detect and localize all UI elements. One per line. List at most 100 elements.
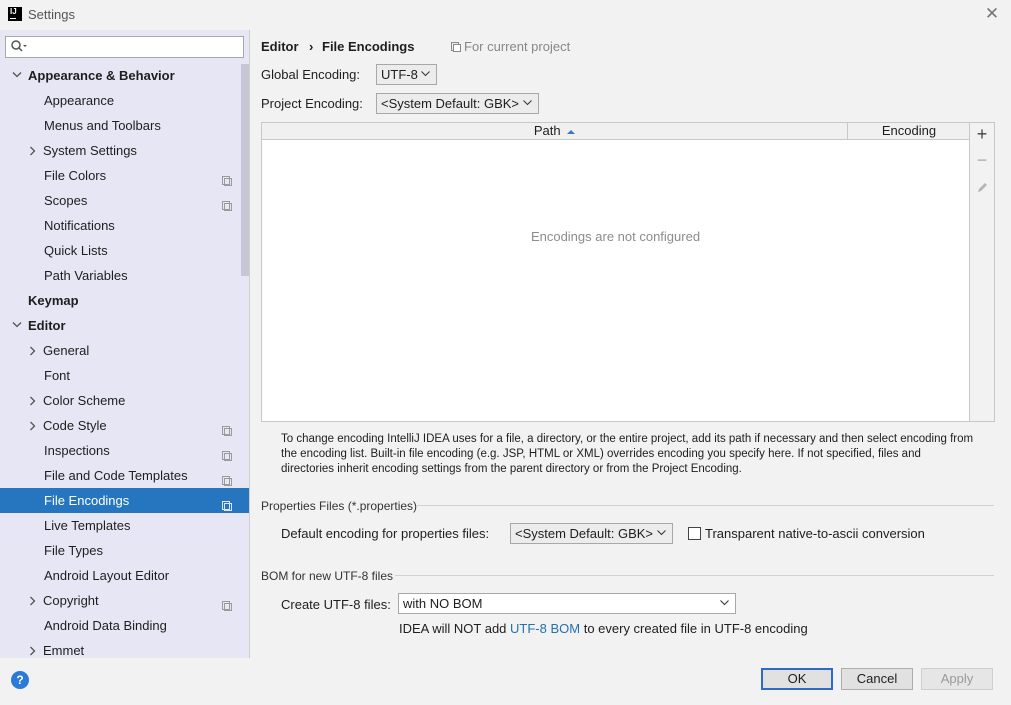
sidebar-item[interactable]: Android Layout Editor xyxy=(0,563,240,588)
project-scope-icon xyxy=(451,42,461,52)
properties-encoding-select[interactable]: <System Default: GBK> xyxy=(510,523,673,544)
sidebar-item-label: Color Scheme xyxy=(43,393,126,408)
bom-note: IDEA will NOT add UTF-8 BOM to every cre… xyxy=(399,621,808,636)
sidebar-item[interactable]: Font xyxy=(0,363,240,388)
utf8-bom-link[interactable]: UTF-8 BOM xyxy=(510,621,580,636)
close-icon[interactable]: ✕ xyxy=(983,5,1001,23)
apply-button[interactable]: Apply xyxy=(921,668,993,690)
sidebar-item[interactable]: System Settings xyxy=(0,138,240,163)
bom-section-title: BOM for new UTF-8 files xyxy=(261,569,394,583)
section-divider xyxy=(395,575,994,576)
window-title: Settings xyxy=(28,7,75,22)
sidebar-item[interactable]: File Types xyxy=(0,538,240,563)
sidebar-item[interactable]: Quick Lists xyxy=(0,238,240,263)
project-scope-icon xyxy=(222,595,233,611)
create-utf8-label: Create UTF-8 files: xyxy=(281,597,391,612)
sidebar-item[interactable]: Android Data Binding xyxy=(0,613,240,638)
remove-icon[interactable]: − xyxy=(970,149,994,173)
column-header-path[interactable]: Path xyxy=(262,123,848,139)
project-scope-icon xyxy=(222,195,233,211)
settings-sidebar: Appearance & Behavior Appearance Menus and… xyxy=(0,30,250,658)
info-line-2: the encoding list. Built-in file encodin… xyxy=(281,448,921,460)
sidebar-item[interactable]: Color Scheme xyxy=(0,388,240,413)
column-path-label: Path xyxy=(533,123,561,138)
chevron-right-icon[interactable] xyxy=(29,138,39,163)
sidebar-item-label: Editor xyxy=(28,318,66,333)
ok-button[interactable]: OK xyxy=(761,668,833,690)
chevron-right-icon[interactable] xyxy=(29,388,39,413)
sidebar-item[interactable]: File Colors xyxy=(0,163,240,188)
page-title: File Encodings xyxy=(322,39,415,54)
sidebar-item[interactable]: Live Templates xyxy=(0,513,240,538)
sidebar-item[interactable]: Notifications xyxy=(0,213,240,238)
sidebar-item[interactable]: Emmet xyxy=(0,638,240,658)
sidebar-item[interactable]: General xyxy=(0,338,240,363)
global-encoding-select[interactable]: UTF-8 xyxy=(376,64,437,85)
sidebar-item[interactable]: Appearance & Behavior xyxy=(0,63,240,88)
column-header-encoding[interactable]: Encoding xyxy=(849,123,969,139)
encodings-table[interactable]: Path Encoding Encodings are not configur… xyxy=(261,122,970,422)
chevron-down-icon xyxy=(421,71,430,77)
bom-note-prefix: IDEA will NOT add xyxy=(399,621,511,636)
search-input[interactable] xyxy=(5,36,244,58)
chevron-down-icon[interactable] xyxy=(12,313,22,338)
info-line-1: To change encoding IntelliJ IDEA uses fo… xyxy=(281,433,974,445)
sidebar-item[interactable]: File Encodings xyxy=(0,488,249,513)
sidebar-item[interactable]: Path Variables xyxy=(0,263,240,288)
help-icon[interactable]: ? xyxy=(11,671,29,689)
sidebar-item-label: Path Variables xyxy=(44,268,128,283)
sidebar-item[interactable]: File and Code Templates xyxy=(0,463,240,488)
sidebar-item-label: Android Layout Editor xyxy=(44,568,170,583)
sidebar-item-label: Copyright xyxy=(43,593,99,608)
sidebar-item-label: Code Style xyxy=(43,418,107,433)
sidebar-scrollbar[interactable] xyxy=(241,64,249,276)
sidebar-item[interactable]: Appearance xyxy=(0,88,240,113)
sidebar-item-label: Keymap xyxy=(28,293,79,308)
sidebar-item-label: File Types xyxy=(44,543,104,558)
section-divider xyxy=(416,505,994,506)
transparent-conversion-label[interactable]: Transparent native-to-ascii conversion xyxy=(705,526,925,541)
add-icon[interactable]: + xyxy=(970,123,994,147)
sidebar-item-label: Menus and Toolbars xyxy=(44,118,161,133)
properties-default-label: Default encoding for properties files: xyxy=(281,526,490,541)
chevron-down-icon xyxy=(720,600,729,606)
sidebar-item-label: File and Code Templates xyxy=(44,468,188,483)
bom-select[interactable]: with NO BOM xyxy=(398,593,736,614)
sidebar-item[interactable]: Inspections xyxy=(0,438,240,463)
sidebar-item[interactable]: Copyright xyxy=(0,588,240,613)
sidebar-item[interactable]: Menus and Toolbars xyxy=(0,113,240,138)
project-scope-icon xyxy=(222,445,233,461)
chevron-down-icon xyxy=(523,100,532,106)
edit-pencil-icon[interactable] xyxy=(977,181,989,193)
chevron-right-icon[interactable] xyxy=(29,588,39,613)
sidebar-item-label: Scopes xyxy=(44,193,88,208)
sidebar-item-label: Notifications xyxy=(44,218,115,233)
chevron-right-icon[interactable] xyxy=(29,338,39,363)
project-scope-icon xyxy=(222,170,233,186)
cancel-button[interactable]: Cancel xyxy=(841,668,913,690)
chevron-right-icon[interactable] xyxy=(29,413,39,438)
sidebar-item[interactable]: Keymap xyxy=(0,288,240,313)
sort-ascending-icon xyxy=(567,130,576,134)
chevron-down-icon[interactable] xyxy=(12,63,22,88)
breadcrumb-separator: › xyxy=(309,39,314,54)
global-encoding-value: UTF-8 xyxy=(381,67,418,82)
sidebar-item[interactable]: Scopes xyxy=(0,188,240,213)
project-encoding-select[interactable]: <System Default: GBK> xyxy=(376,93,539,114)
project-scope-icon xyxy=(222,420,233,436)
table-header: Path Encoding xyxy=(262,123,969,140)
project-scope-icon xyxy=(222,495,233,511)
sidebar-item[interactable]: Editor xyxy=(0,313,240,338)
sidebar-item-label: File Colors xyxy=(44,168,107,183)
bom-note-suffix: to every created file in UTF-8 encoding xyxy=(580,621,808,636)
sidebar-item-label: System Settings xyxy=(43,143,137,158)
transparent-conversion-checkbox[interactable] xyxy=(688,527,701,540)
table-toolbar: + − xyxy=(970,122,995,422)
breadcrumb-parent[interactable]: Editor xyxy=(261,39,299,54)
info-line-3: directories inherit encoding settings fr… xyxy=(281,463,742,475)
sidebar-item-label: Emmet xyxy=(43,643,85,658)
chevron-right-icon[interactable] xyxy=(29,638,39,658)
sidebar-item-label: Appearance xyxy=(44,93,115,108)
chevron-down-icon xyxy=(657,530,666,536)
sidebar-item[interactable]: Code Style xyxy=(0,413,240,438)
